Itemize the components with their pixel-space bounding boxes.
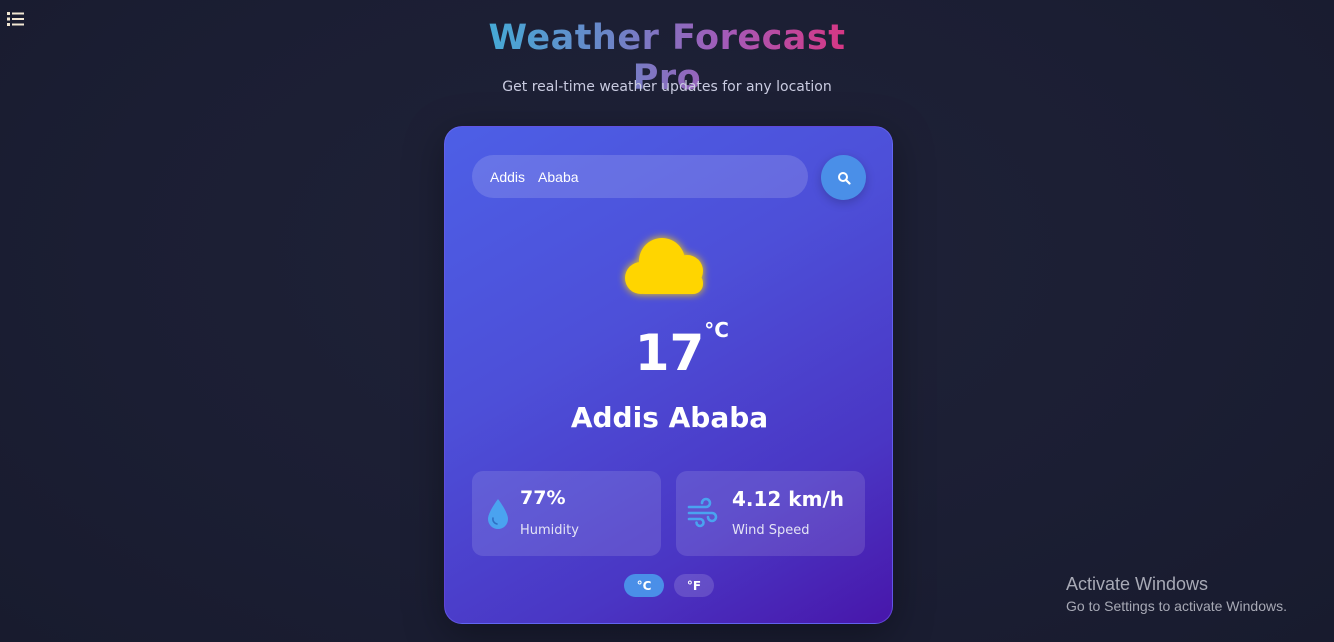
temperature-value: 17: [634, 324, 705, 382]
wind-speed-label: Wind Speed: [732, 523, 810, 538]
humidity-label: Humidity: [520, 523, 579, 538]
activate-windows-title: Activate Windows: [1066, 574, 1209, 594]
cloud-icon: [617, 223, 717, 303]
search-button[interactable]: [821, 155, 866, 200]
fahrenheit-button[interactable]: °F: [674, 574, 714, 597]
list-icon: [7, 12, 24, 26]
search-icon: [837, 171, 851, 185]
wind-speed-value: 4.12 km/h: [732, 487, 844, 511]
city-search-input[interactable]: [472, 155, 808, 198]
temperature-display: 17 °C: [445, 318, 894, 383]
temperature-unit: °C: [704, 318, 729, 342]
water-drop-icon: [488, 499, 508, 529]
humidity-card: 77% Humidity: [472, 471, 661, 556]
page-subtitle: Get real-time weather updates for any lo…: [502, 79, 832, 95]
city-name: Addis Ababa: [570, 401, 769, 434]
weather-card: 17°C Addis Ababa 77% Humidity 4.12 km/h …: [444, 126, 893, 624]
activate-windows-watermark: Activate Windows Go to Settings to activ…: [1066, 574, 1287, 614]
celsius-button[interactable]: °C: [624, 574, 664, 597]
menu-list-icon[interactable]: [6, 10, 26, 28]
wind-card: 4.12 km/h Wind Speed: [676, 471, 865, 556]
activate-windows-subtitle: Go to Settings to activate Windows.: [1066, 598, 1287, 614]
app-page: Weather Forecast Pro Get real-time weath…: [0, 0, 1334, 642]
humidity-value: 77%: [520, 487, 566, 509]
temperature-value-wrap: 17 °C: [634, 318, 729, 382]
wind-icon: [687, 497, 718, 528]
